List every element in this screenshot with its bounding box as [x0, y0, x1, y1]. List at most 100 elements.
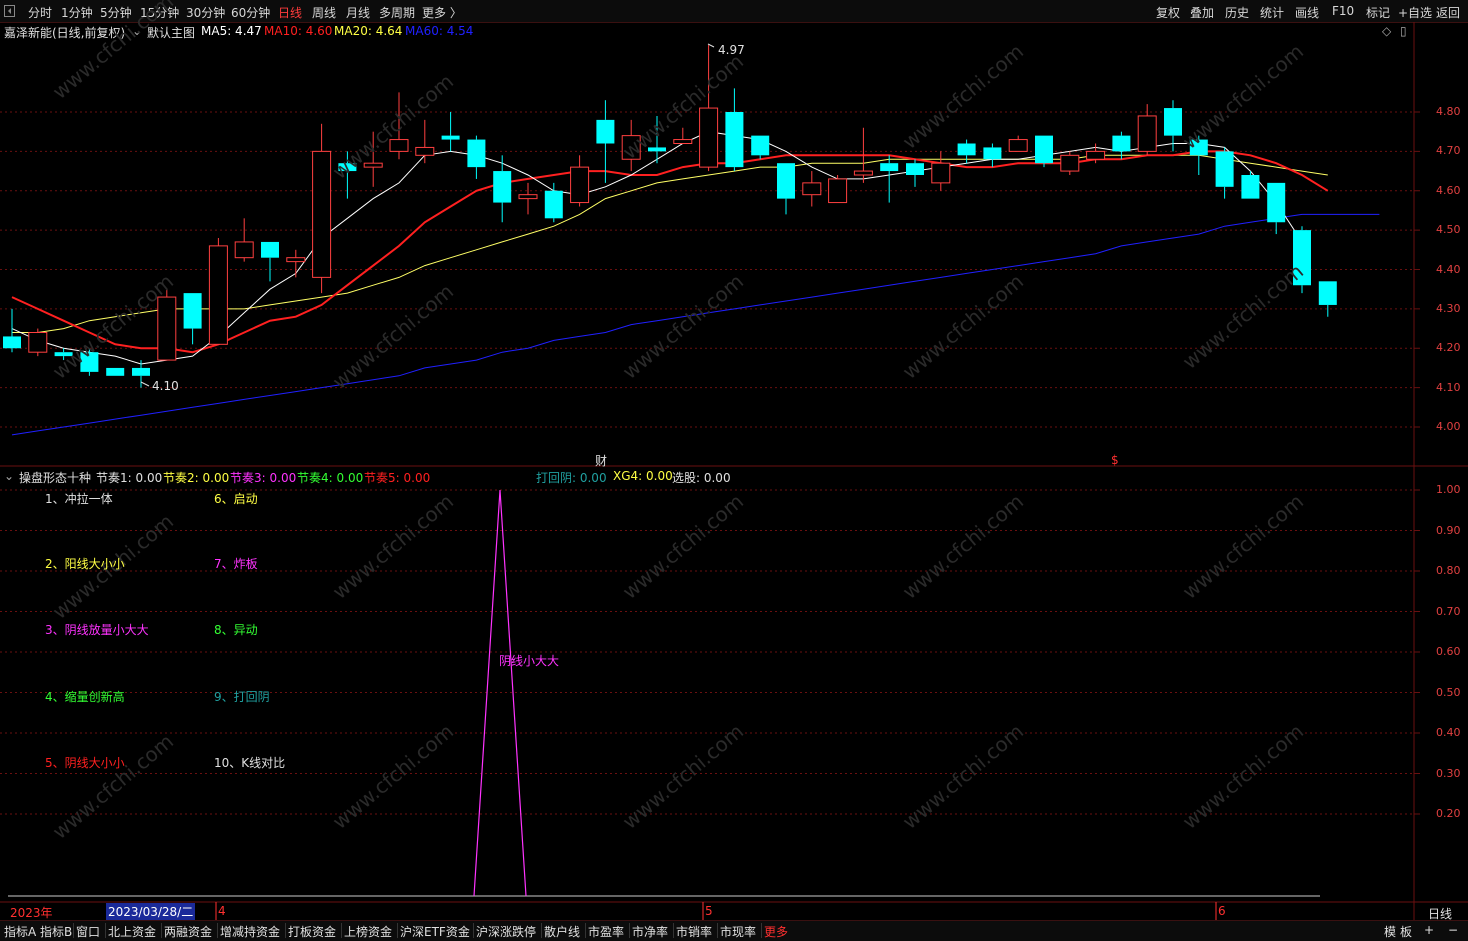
- tab-separator: [73, 923, 74, 938]
- indicator-tab[interactable]: 增减持资金: [220, 923, 280, 940]
- indicator-tab[interactable]: 指标A: [4, 923, 36, 940]
- indicator-legend-item: 6、启动: [214, 492, 258, 506]
- candle-body: [983, 147, 1002, 160]
- watermark-text: www.cfchi.com: [618, 489, 748, 604]
- candle-body: [1267, 182, 1286, 223]
- candle: [828, 175, 848, 204]
- indicator-tab[interactable]: 沪深涨跌停: [476, 923, 536, 940]
- price-tick-label: 4.40: [1436, 262, 1461, 276]
- candle: [725, 88, 744, 172]
- indicator-tab[interactable]: 窗口: [76, 923, 100, 940]
- candle-body: [493, 171, 512, 203]
- indicator-tick-label: 1.00: [1436, 483, 1461, 496]
- candle-body: [751, 135, 770, 156]
- indicator-legend-item: 8、异动: [214, 623, 258, 637]
- candle-body: [312, 150, 332, 278]
- indicator-tab[interactable]: 市现率: [720, 923, 756, 940]
- candle-body: [777, 163, 795, 199]
- tab-separator: [161, 923, 162, 938]
- candle: [183, 293, 202, 345]
- board-button[interactable]: 板: [1400, 923, 1412, 940]
- candle-body: [906, 163, 924, 175]
- indicator-readout: 节奏5: 0.00: [364, 471, 431, 485]
- month-label-5: 5: [705, 904, 713, 918]
- zoom-out-button[interactable]: −: [1448, 923, 1458, 937]
- indicator-dropdown-icon[interactable]: ⌄: [4, 469, 14, 483]
- price-tick-label: 4.50: [1436, 223, 1461, 237]
- candle-body: [673, 139, 693, 144]
- indicator-tab[interactable]: 打板资金: [288, 923, 336, 940]
- candle-body: [1137, 115, 1157, 152]
- watermark-text: www.cfchi.com: [328, 489, 458, 604]
- indicator-tick-label: 0.30: [1436, 766, 1461, 780]
- watermark-text: www.cfchi.com: [898, 269, 1028, 384]
- candle: [286, 249, 306, 278]
- candle-body: [441, 135, 460, 140]
- candle: [544, 182, 563, 223]
- indicator-tab[interactable]: 市销率: [676, 923, 712, 940]
- candle: [132, 360, 150, 388]
- indicator-tick-label: 0.60: [1436, 645, 1461, 658]
- template-button[interactable]: 模: [1384, 923, 1396, 940]
- indicator-tab[interactable]: 指标B: [40, 923, 72, 940]
- candle: [1318, 281, 1337, 317]
- ma5-line: [11, 131, 1303, 365]
- watermark-text: www.cfchi.com: [1178, 39, 1308, 154]
- candle: [441, 112, 460, 152]
- tab-separator: [673, 923, 674, 938]
- indicator-tab[interactable]: 上榜资金: [344, 923, 392, 940]
- watermark-text: www.cfchi.com: [898, 719, 1028, 834]
- watermark-text: www.cfchi.com: [328, 69, 458, 184]
- candle-body: [132, 367, 150, 376]
- indicator-tab[interactable]: 北上资金: [108, 923, 156, 940]
- indicator-tab[interactable]: 散户线: [544, 923, 580, 940]
- candle: [1241, 171, 1260, 199]
- tab-separator: [629, 923, 630, 938]
- indicator-legend-item: 9、打回阴: [214, 690, 270, 704]
- candle-body: [596, 119, 615, 144]
- candle-body: [467, 139, 486, 168]
- indicator-legend-item: 7、炸板: [214, 557, 258, 571]
- price-tick-label: 4.30: [1436, 301, 1461, 315]
- candle-body: [3, 336, 21, 349]
- signal-label: 阴线小大大: [499, 654, 560, 668]
- indicator-tick-label: 0.50: [1436, 685, 1461, 699]
- indicator-name[interactable]: 操盘形态十种: [19, 469, 91, 486]
- candle-body: [286, 257, 306, 263]
- candle: [518, 182, 538, 215]
- candle-body: [106, 367, 125, 376]
- indicator-tick-label: 0.90: [1436, 523, 1461, 537]
- candle: [234, 218, 254, 262]
- price-tick-label: 4.70: [1436, 144, 1461, 158]
- watermark-text: www.cfchi.com: [48, 0, 178, 104]
- indicator-tab[interactable]: 沪深ETF资金: [400, 923, 470, 940]
- candle-body: [931, 162, 951, 184]
- finance-event-marker[interactable]: 财: [595, 452, 607, 469]
- candle-body: [828, 178, 848, 204]
- dividend-event-marker[interactable]: $: [1111, 453, 1119, 467]
- candle: [931, 151, 951, 191]
- indicator-readout: XG4: 0.00: [613, 469, 673, 483]
- candle-body: [157, 296, 177, 361]
- candle-body: [802, 182, 822, 196]
- month-label-6: 6: [1218, 904, 1226, 918]
- candle-body: [1318, 281, 1337, 305]
- indicator-readout: 节奏2: 0.00: [163, 471, 230, 485]
- candle: [1267, 182, 1286, 235]
- price-tick-label: 4.60: [1436, 183, 1461, 197]
- indicator-readout: 节奏3: 0.00: [230, 471, 297, 485]
- indicator-legend-item: 2、阳线大小小: [45, 557, 125, 571]
- candle: [467, 135, 486, 179]
- tab-separator: [717, 923, 718, 938]
- indicator-tab[interactable]: 更多: [764, 923, 788, 940]
- indicator-tab[interactable]: 市盈率: [588, 923, 624, 940]
- indicator-tab-bar: 指标A 指标B 窗口 北上资金 两融资金 增减持资金 打板资金 上榜资金 沪深ETF资金 沪深涨跌…: [0, 920, 1468, 941]
- indicator-tab[interactable]: 两融资金: [164, 923, 212, 940]
- watermark-text: www.cfchi.com: [898, 39, 1028, 154]
- candle: [751, 135, 770, 160]
- candle: [983, 143, 1002, 168]
- zoom-in-button[interactable]: +: [1424, 923, 1434, 937]
- candle-body: [208, 245, 228, 345]
- indicator-tab[interactable]: 市净率: [632, 923, 668, 940]
- indicator-readout: 节奏4: 0.00: [297, 471, 364, 485]
